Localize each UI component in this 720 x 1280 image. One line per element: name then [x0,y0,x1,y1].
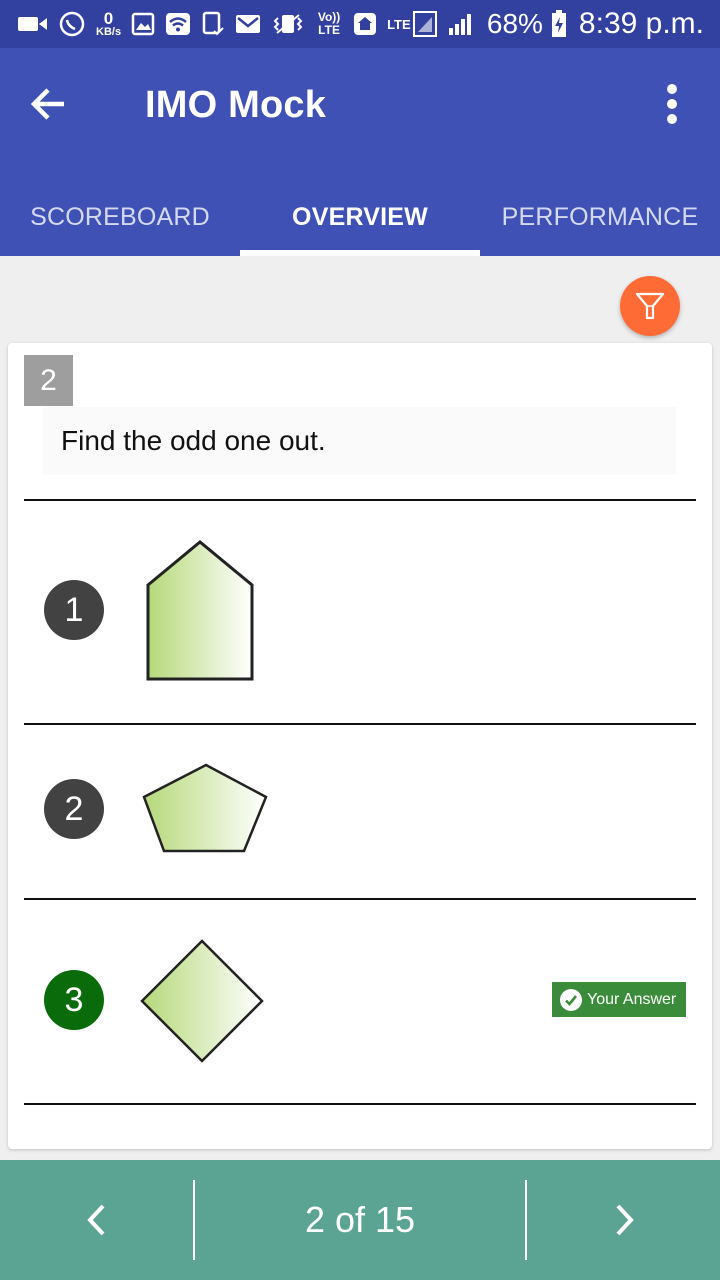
video-icon [18,14,48,34]
data-speed: 0 KB/s [96,10,121,38]
tab-bar: SCOREBOARD OVERVIEW PERFORMANCE [0,178,720,256]
status-bar: 0 KB/s Vo)) LTE LTE 68% 8:39 p.m. [0,0,720,48]
page-indicator: 2 of 15 [193,1180,527,1260]
mail-icon [235,14,261,34]
signal-icon [447,12,473,36]
question-number: 2 [24,355,73,406]
tab-overview[interactable]: OVERVIEW [240,178,480,256]
check-circle-icon [560,988,582,1011]
next-question-button[interactable] [527,1160,720,1280]
wifi-icon [165,12,191,36]
clock: 8:39 p.m. [578,7,704,40]
volte-label: Vo)) LTE [317,10,341,37]
chevron-left-icon [85,1202,109,1238]
whatsapp-icon [58,10,86,38]
option-shape-3[interactable] [139,938,265,1069]
gallery-icon [131,12,155,36]
option-number-1[interactable]: 1 [44,580,104,640]
home-icon [353,12,377,36]
more-vert-icon[interactable] [664,84,680,124]
chevron-right-icon [612,1202,636,1238]
app-bar: IMO Mock SCOREBOARD OVERVIEW PERFORMANCE [0,48,720,256]
your-answer-badge: Your Answer [552,982,686,1017]
battery-percent: 68% [486,8,543,39]
filter-icon [634,290,666,322]
lte-label: LTE [387,16,411,32]
lte-signal-icon: LTE [387,11,437,37]
option-shape-2[interactable] [142,762,270,859]
vibrate-icon [271,12,305,36]
option-number-2[interactable]: 2 [44,779,104,839]
option-shape-1[interactable] [144,539,256,688]
option-number-3[interactable]: 3 [44,970,104,1030]
phone-check-icon [201,11,225,37]
prev-question-button[interactable] [0,1160,193,1280]
question-card: 2 Find the odd one out. 1 2 3 Your Answe… [8,343,712,1149]
tab-performance[interactable]: PERFORMANCE [480,178,720,256]
speed-unit: KB/s [96,26,122,38]
filter-button[interactable] [620,276,680,336]
question-text: Find the odd one out. [43,407,676,475]
volte-icon: Vo)) LTE [315,11,343,37]
your-answer-label: Your Answer [587,990,677,1008]
divider [24,723,696,725]
divider [24,499,696,501]
divider [24,898,696,900]
speed-value: 0 [103,9,114,28]
divider [24,1103,696,1105]
pagination-bar: 2 of 15 [0,1160,720,1280]
tab-scoreboard[interactable]: SCOREBOARD [0,178,240,256]
battery-charging-icon [551,10,567,38]
page-title: IMO Mock [145,84,327,126]
arrow-back-icon[interactable] [28,84,68,124]
